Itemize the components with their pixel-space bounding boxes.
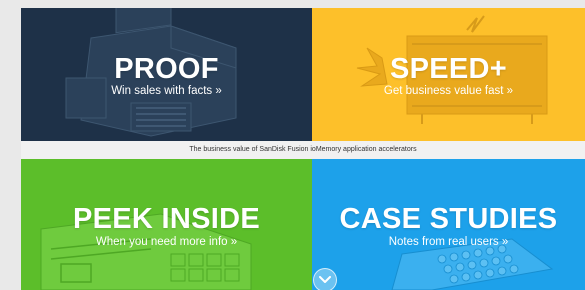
chevron-down-icon <box>319 276 331 283</box>
tile-peek-inside[interactable]: PEEK INSIDE When you need more info » <box>21 159 312 290</box>
tile-case-studies-title: CASE STUDIES <box>339 203 558 235</box>
tile-proof-link[interactable]: Win sales with facts » <box>21 85 312 97</box>
tile-speed-link[interactable]: Get business value fast » <box>312 85 585 97</box>
tile-case-studies[interactable]: CASE STUDIES Notes from real users » <box>312 159 585 290</box>
tile-peek-inside-title: PEEK INSIDE <box>72 203 260 235</box>
tile-speed-title: SPEED+ <box>389 53 508 85</box>
tile-peek-inside-link[interactable]: When you need more info » <box>21 236 312 248</box>
tile-proof[interactable]: PROOF Win sales with facts » <box>21 8 312 141</box>
tile-proof-title: PROOF <box>114 53 219 85</box>
tile-case-studies-link[interactable]: Notes from real users » <box>312 236 585 248</box>
caption-bar: The business value of SanDisk Fusion ioM… <box>21 141 585 159</box>
page-frame: PROOF Win sales with facts » SPEED+ Get … <box>21 8 585 290</box>
scroll-down-button[interactable] <box>313 268 337 290</box>
tile-speed[interactable]: SPEED+ Get business value fast » <box>312 8 585 141</box>
